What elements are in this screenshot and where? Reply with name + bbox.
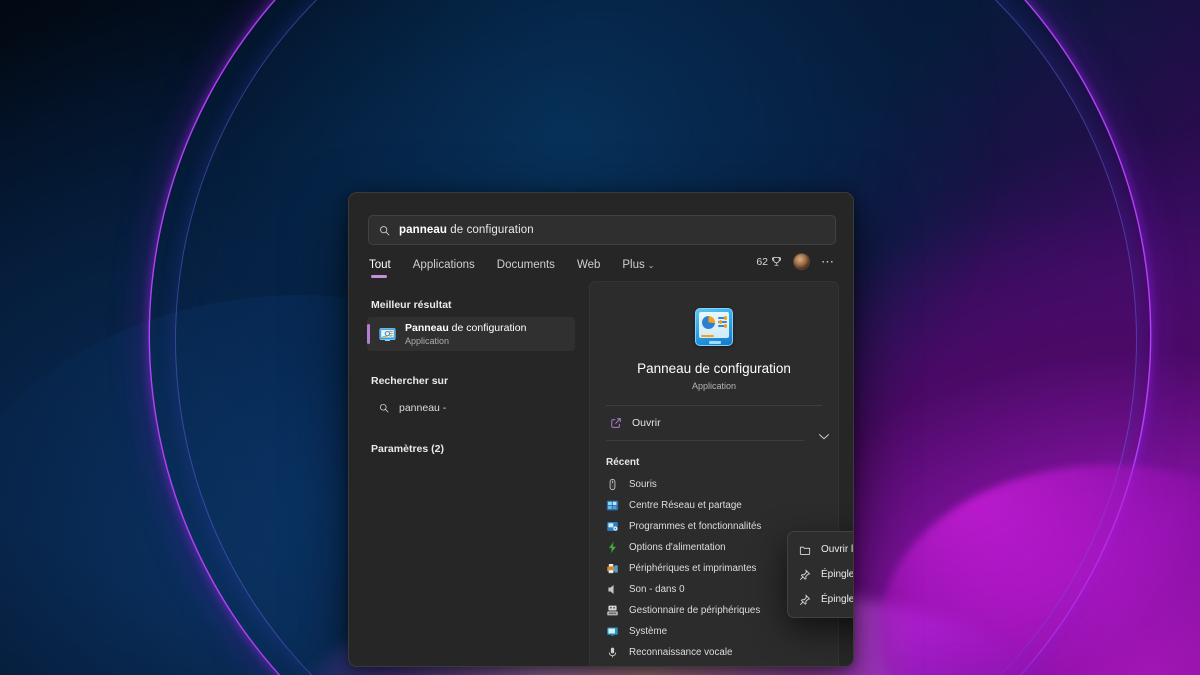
recent-item-label: Gestionnaire de périphériques (629, 605, 761, 616)
network-sharing-icon (606, 499, 619, 512)
preview-hero: Panneau de configuration Application (590, 282, 838, 391)
folder-icon (798, 544, 811, 556)
pin-icon (798, 593, 811, 606)
context-menu-item-label: Ouvrir l'emplacement du fichier (821, 544, 854, 555)
recent-header: Récent (606, 457, 640, 468)
preview-subtitle: Application (691, 381, 737, 391)
recent-item-systeme[interactable]: Système (590, 621, 838, 642)
control-panel-icon (379, 326, 396, 343)
open-external-icon (610, 417, 622, 429)
recent-item-label: Son - dans 0 (629, 584, 685, 595)
context-menu-item-label: Épingler au menu Démarrer (821, 569, 854, 580)
tab-web[interactable]: Web (577, 259, 600, 276)
mouse-icon (606, 478, 619, 491)
search-query-rest: de configuration (447, 224, 534, 236)
pin-icon (798, 568, 811, 581)
tab-applications[interactable]: Applications (413, 259, 475, 276)
web-search-item-label: panneau - (399, 402, 447, 414)
search-query-bold: panneau (399, 224, 447, 236)
search-results-list: Meilleur résultat Panneau de configurati… (349, 289, 587, 666)
speech-recognition-icon (606, 646, 619, 659)
chevron-down-icon[interactable] (818, 432, 830, 441)
search-header-actions: 62 ⋯ (756, 253, 835, 270)
divider (606, 434, 829, 441)
preview-title: Panneau de configuration (637, 361, 791, 376)
context-menu-item-pin-to-taskbar[interactable]: Épingler à la barre des tâches (788, 587, 854, 612)
recent-item-label: Périphériques et imprimantes (629, 563, 757, 574)
search-query-text: panneau de configuration (399, 224, 534, 236)
system-icon (606, 625, 619, 638)
web-search-header: Rechercher sur (371, 375, 449, 387)
recent-item-label: Souris (629, 479, 657, 490)
avatar[interactable] (793, 253, 810, 270)
best-result-row[interactable]: Panneau de configuration Application (367, 317, 575, 351)
search-icon (379, 403, 389, 413)
tab-tout-label: Tout (369, 258, 391, 271)
tab-web-label: Web (576, 258, 601, 271)
recent-item-souris[interactable]: Souris (590, 474, 838, 495)
tab-plus-label: Plus (622, 258, 645, 271)
recent-item-label: Centre Réseau et partage (629, 500, 742, 511)
open-action-row[interactable]: Ouvrir (590, 406, 838, 440)
rewards-badge[interactable]: 62 (756, 256, 782, 268)
more-options-icon[interactable]: ⋯ (821, 255, 835, 268)
control-panel-icon (695, 308, 733, 346)
devices-printers-icon (606, 562, 619, 575)
search-icon (379, 225, 390, 236)
best-result-title-rest: de configuration (448, 321, 527, 334)
best-result-header: Meilleur résultat (371, 299, 452, 311)
rewards-trophy-icon (771, 256, 782, 267)
recent-item-centre-reseau[interactable]: Centre Réseau et partage (590, 495, 838, 516)
web-search-item[interactable]: panneau - (367, 393, 575, 423)
context-menu-item-open-file-location[interactable]: Ouvrir l'emplacement du fichier (788, 537, 854, 562)
best-result-title-bold: Panneau (405, 321, 449, 334)
context-menu-item-label: Épingler à la barre des tâches (821, 594, 854, 605)
device-manager-icon (606, 604, 619, 617)
best-result-subtitle: Application (405, 335, 450, 346)
recent-item-label: Système (629, 626, 668, 637)
context-menu: Ouvrir l'emplacement du fichier Épingler… (787, 531, 854, 618)
recent-item-label: Options d'alimentation (629, 542, 726, 553)
recent-item-label: Reconnaissance vocale (629, 647, 733, 658)
rewards-count: 62 (756, 255, 768, 268)
tab-plus[interactable]: Plus ⌄ (622, 259, 654, 276)
tab-documents[interactable]: Documents (497, 259, 555, 276)
desktop: panneau de configuration Tout Applicatio… (0, 0, 1200, 675)
best-result-texts: Panneau de configuration Application (405, 322, 526, 347)
best-result-title: Panneau de configuration (405, 322, 526, 335)
power-options-icon (606, 541, 619, 554)
windows-search-flyout: panneau de configuration Tout Applicatio… (348, 192, 854, 667)
tab-applications-label: Applications (412, 258, 475, 271)
context-menu-item-pin-to-start[interactable]: Épingler au menu Démarrer (788, 562, 854, 587)
recent-item-label: Programmes et fonctionnalités (629, 521, 762, 532)
programs-features-icon (606, 520, 619, 533)
settings-header: Paramètres (2) (371, 443, 444, 455)
chevron-down-icon: ⌄ (647, 260, 655, 270)
search-filter-tabs: Tout Applications Documents Web Plus ⌄ 62 (369, 253, 835, 279)
sound-icon (606, 583, 619, 596)
recent-item-reconnaissance-vocale[interactable]: Reconnaissance vocale (590, 642, 838, 663)
search-input[interactable]: panneau de configuration (368, 215, 836, 245)
open-action-label: Ouvrir (632, 417, 661, 429)
tab-documents-label: Documents (496, 258, 555, 271)
tab-tout[interactable]: Tout (369, 258, 391, 278)
